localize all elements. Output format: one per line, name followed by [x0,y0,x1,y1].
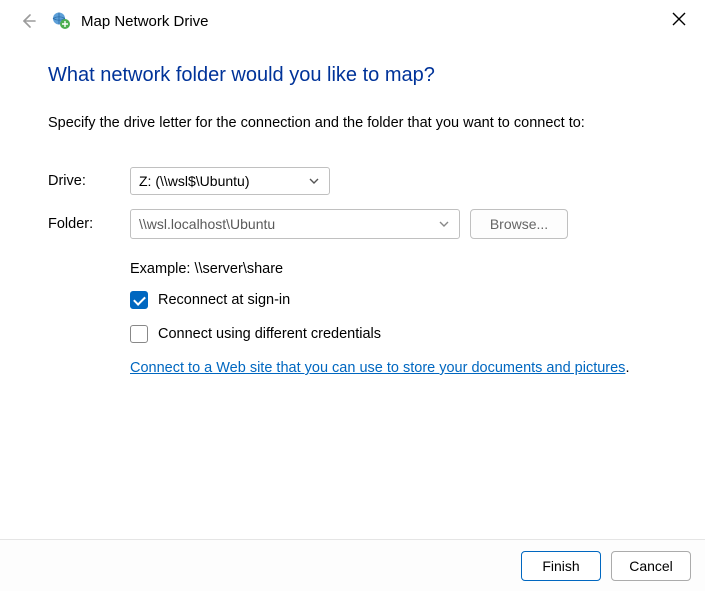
network-drive-icon [51,11,71,31]
credentials-label: Connect using different credentials [158,326,381,342]
link-period: . [625,360,629,376]
back-button[interactable] [15,8,41,34]
folder-label: Folder: [48,216,130,232]
folder-combobox[interactable]: \\wsl.localhost\Ubuntu [130,209,460,239]
drive-label: Drive: [48,173,130,189]
content-area: What network folder would you like to ma… [0,44,705,387]
folder-value: \\wsl.localhost\Ubuntu [139,216,275,232]
example-text: Example: \\server\share [130,261,657,277]
close-button[interactable] [668,8,690,30]
window-title: Map Network Drive [81,13,209,30]
arrow-left-icon [19,12,37,30]
chevron-down-icon [437,217,451,231]
chevron-down-icon [307,174,321,188]
close-icon [672,12,686,26]
reconnect-label: Reconnect at sign-in [158,292,290,308]
drive-row: Drive: Z: (\\wsl$\Ubuntu) [48,167,657,195]
credentials-checkbox[interactable] [130,325,148,343]
website-link[interactable]: Connect to a Web site that you can use t… [130,360,625,376]
reconnect-checkbox[interactable] [130,291,148,309]
browse-button[interactable]: Browse... [470,209,568,239]
folder-row: Folder: \\wsl.localhost\Ubuntu Browse... [48,209,657,239]
reconnect-row: Reconnect at sign-in [130,291,657,309]
drive-select[interactable]: Z: (\\wsl$\Ubuntu) [130,167,330,195]
header: Map Network Drive [0,0,705,44]
page-heading: What network folder would you like to ma… [48,64,657,87]
footer-bar: Finish Cancel [0,539,705,591]
drive-select-value: Z: (\\wsl$\Ubuntu) [139,173,249,189]
finish-button[interactable]: Finish [521,551,601,581]
instruction-text: Specify the drive letter for the connect… [48,115,657,131]
credentials-row: Connect using different credentials [130,325,657,343]
cancel-button[interactable]: Cancel [611,551,691,581]
